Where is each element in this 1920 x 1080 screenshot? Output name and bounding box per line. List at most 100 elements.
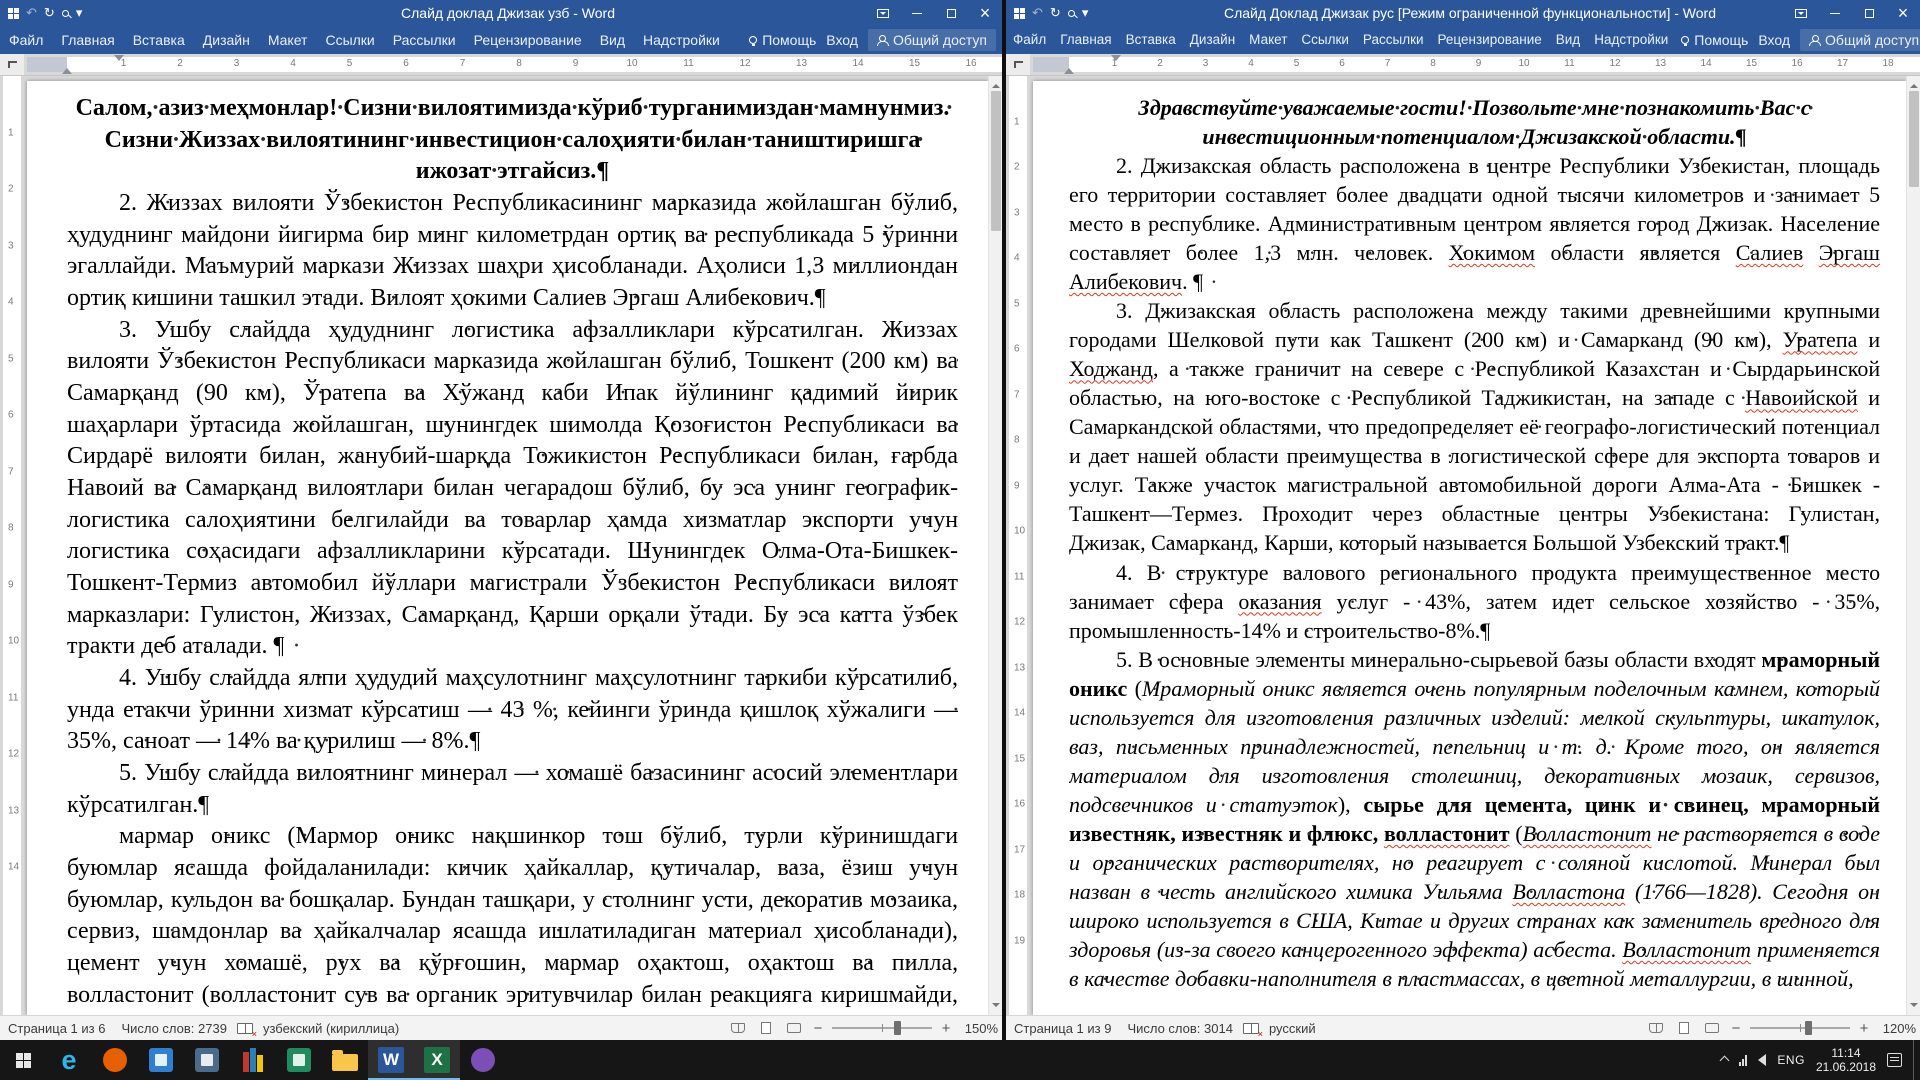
- zoom-out-button[interactable]: −: [812, 1020, 824, 1037]
- read-mode-button[interactable]: [728, 1019, 748, 1037]
- zoom-in-button[interactable]: +: [940, 1020, 952, 1037]
- share-button[interactable]: Общий доступ: [867, 29, 996, 51]
- page[interactable]: Салом, азиз меҳмонлар! Сизни вилоятимизд…: [27, 81, 988, 1015]
- taskbar-photos-icon[interactable]: [276, 1040, 322, 1080]
- restore-button[interactable]: [1852, 0, 1886, 26]
- ribbon-tab-5[interactable]: Ссылки: [1294, 26, 1356, 54]
- ribbon-tab-6[interactable]: Рассылки: [1356, 26, 1431, 54]
- word-count[interactable]: Число слов: 3014: [1119, 1021, 1241, 1036]
- ribbon-tab-5[interactable]: Ссылки: [316, 26, 383, 54]
- ribbon-tab-4[interactable]: Макет: [259, 26, 317, 54]
- paragraph[interactable]: 5. Ушбу слайдда вилоятнинг минерал — хом…: [67, 758, 958, 821]
- proofing-icon[interactable]: [1242, 1022, 1263, 1039]
- ribbon-tab-1[interactable]: Главная: [52, 26, 123, 54]
- language-indicator[interactable]: узбекский (кириллица): [255, 1021, 407, 1036]
- ribbon-tab-1[interactable]: Главная: [1053, 26, 1118, 54]
- zoom-in-button[interactable]: +: [1858, 1020, 1870, 1037]
- action-center-icon[interactable]: [1887, 1053, 1902, 1067]
- zoom-thumb[interactable]: [894, 1021, 901, 1035]
- taskbar-library-icon[interactable]: [230, 1040, 276, 1080]
- ribbon-display-options-button[interactable]: [866, 0, 900, 26]
- redo-icon[interactable]: ↻: [1050, 5, 1061, 21]
- vertical-ruler[interactable]: 1 2 3 4 5 6 7 8 9 10 11 12 13 14: [0, 76, 24, 1015]
- document-canvas[interactable]: Салом, азиз меҳмонлар! Сизни вилоятимизд…: [24, 76, 988, 1015]
- print-layout-button[interactable]: [1674, 1019, 1694, 1037]
- paragraph[interactable]: 2. Джизакская область расположена в цент…: [1069, 151, 1880, 296]
- app-icon[interactable]: [8, 7, 19, 19]
- redo-icon[interactable]: ↻: [44, 5, 55, 21]
- paragraph[interactable]: 2. Жиззах вилояти Ўзбекистон Республикас…: [67, 188, 958, 315]
- undo-icon[interactable]: ↶: [1032, 5, 1043, 21]
- taskbar-excel-icon[interactable]: X: [414, 1040, 460, 1080]
- ribbon-tab-9[interactable]: Надстройки: [634, 26, 729, 54]
- tab-selector[interactable]: [0, 54, 24, 75]
- zoom-thumb[interactable]: [1805, 1021, 1812, 1035]
- word-count[interactable]: Число слов: 2739: [113, 1021, 235, 1036]
- zoom-slider[interactable]: [1750, 1021, 1850, 1035]
- taskbar-media-icon[interactable]: [460, 1040, 506, 1080]
- ribbon-tab-3[interactable]: Дизайн: [1183, 26, 1242, 54]
- qat-dropdown-icon[interactable]: ▾: [76, 5, 83, 21]
- ribbon-tab-0[interactable]: Файл: [1006, 26, 1053, 54]
- scroll-thumb[interactable]: [990, 91, 1001, 231]
- tray-chevron-icon[interactable]: [1719, 1055, 1730, 1065]
- tell-me-button[interactable]: Помощь: [1681, 32, 1748, 48]
- taskbar-edge-icon[interactable]: e: [46, 1040, 92, 1080]
- page[interactable]: Здравствуйте уважаемые гости! Позвольте …: [1033, 81, 1906, 1015]
- paragraph[interactable]: 4. Ушбу слайдда ялпи ҳудудий маҳсулотнин…: [67, 663, 958, 758]
- paragraph[interactable]: Салом, азиз меҳмонлар! Сизни вилоятимизд…: [67, 93, 958, 188]
- title-bar[interactable]: ↶ ↻ ▾ Слайд Доклад Джизак рус [Режим огр…: [1006, 0, 1920, 26]
- taskbar-explorer-icon[interactable]: [322, 1040, 368, 1080]
- volume-icon[interactable]: [1758, 1054, 1767, 1066]
- vertical-scrollbar[interactable]: [1906, 76, 1920, 1015]
- close-button[interactable]: ×: [968, 0, 1002, 26]
- ribbon-tab-7[interactable]: Рецензирование: [465, 26, 591, 54]
- proofing-icon[interactable]: [236, 1022, 257, 1039]
- scroll-down-button[interactable]: [991, 1003, 1000, 1011]
- ribbon-tab-3[interactable]: Дизайн: [194, 26, 259, 54]
- taskbar-browser-icon[interactable]: [92, 1040, 138, 1080]
- paragraph[interactable]: 3. Ушбу слайдда ҳудуднинг логистика афза…: [67, 315, 958, 663]
- minimize-button[interactable]: [1818, 0, 1852, 26]
- zoom-percentage[interactable]: 150%: [960, 1021, 998, 1036]
- print-layout-button[interactable]: [756, 1019, 776, 1037]
- scroll-up-button[interactable]: [991, 80, 1000, 88]
- read-mode-button[interactable]: [1646, 1019, 1666, 1037]
- start-button[interactable]: [0, 1040, 46, 1080]
- taskbar-save-tool-icon[interactable]: [138, 1040, 184, 1080]
- ribbon-tab-9[interactable]: Надстройки: [1587, 26, 1675, 54]
- language-tray[interactable]: ENG: [1777, 1053, 1805, 1067]
- scroll-down-button[interactable]: [1909, 1003, 1918, 1011]
- paragraph[interactable]: Здравствуйте уважаемые гости! Позвольте …: [1069, 93, 1880, 151]
- ribbon-tab-2[interactable]: Вставка: [124, 26, 194, 54]
- ribbon-tab-2[interactable]: Вставка: [1119, 26, 1183, 54]
- undo-icon[interactable]: ↶: [26, 5, 37, 21]
- page-indicator[interactable]: Страница 1 из 6: [0, 1021, 113, 1036]
- ribbon-tab-4[interactable]: Макет: [1242, 26, 1294, 54]
- ribbon-tab-7[interactable]: Рецензирование: [1431, 26, 1549, 54]
- document-text[interactable]: Салом, азиз меҳмонлар! Сизни вилоятимизд…: [67, 93, 958, 1015]
- paragraph[interactable]: 4. В структуре валового регионального пр…: [1069, 558, 1880, 645]
- language-indicator[interactable]: русский: [1261, 1021, 1324, 1036]
- network-icon[interactable]: [1739, 1054, 1748, 1066]
- document-text[interactable]: Здравствуйте уважаемые гости! Позвольте …: [1069, 93, 1880, 1015]
- document-canvas[interactable]: Здравствуйте уважаемые гости! Позвольте …: [1030, 76, 1906, 1015]
- taskbar-word-icon[interactable]: W: [368, 1040, 414, 1080]
- horizontal-ruler[interactable]: 1 2 3 4 5 6 7 8 9 10 11 12 13 14 15 16: [24, 54, 1002, 75]
- paragraph[interactable]: мармар оникс (Мармор оникс нақшинкор тош…: [67, 821, 958, 1015]
- zoom-slider[interactable]: [832, 1021, 932, 1035]
- ribbon-tab-8[interactable]: Вид: [1549, 26, 1587, 54]
- title-bar[interactable]: ↶ ↻ ▾ Слайд доклад Джизак узб - Word ×: [0, 0, 1002, 26]
- web-layout-button[interactable]: [1702, 1019, 1722, 1037]
- vertical-scrollbar[interactable]: [988, 76, 1002, 1015]
- app-icon[interactable]: [1014, 7, 1025, 19]
- close-button[interactable]: ×: [1886, 0, 1920, 26]
- show-desktop-button[interactable]: [1913, 1040, 1918, 1080]
- zoom-percentage[interactable]: 120%: [1878, 1021, 1916, 1036]
- ribbon-display-options-button[interactable]: [1784, 0, 1818, 26]
- share-button[interactable]: Общий доступ: [1800, 29, 1920, 51]
- qat-dropdown-icon[interactable]: ▾: [1082, 5, 1089, 21]
- ribbon-tab-8[interactable]: Вид: [591, 26, 634, 54]
- preview-icon[interactable]: [1067, 9, 1075, 17]
- preview-icon[interactable]: [61, 9, 69, 17]
